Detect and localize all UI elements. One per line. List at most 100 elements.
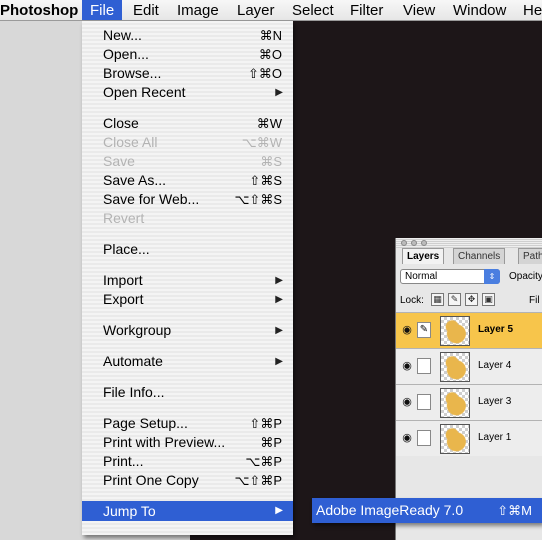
lock-all-icon[interactable]: ▣: [482, 293, 495, 306]
menu-item-workgroup[interactable]: Workgroup ▶: [82, 321, 293, 340]
file-menu: New... ⌘N Open... ⌘O Browse... ⇧⌘O Open Rec…: [82, 21, 293, 535]
layer-thumbnail: [440, 388, 470, 418]
menu-item-export[interactable]: Export ▶: [82, 290, 293, 309]
menu-item-print[interactable]: Print... ⌥⌘P: [82, 452, 293, 471]
menu-item-label: Export: [103, 291, 144, 307]
menu-item-revert: Revert: [82, 209, 293, 228]
opacity-label: Opacity: [509, 271, 542, 282]
minimize-icon[interactable]: [411, 240, 417, 246]
menu-item-label: Print...: [103, 453, 144, 469]
shortcut: ⌘N: [259, 28, 282, 43]
chevron-updown-icon: ⇕: [484, 269, 500, 284]
menu-item-save-as[interactable]: Save As... ⇧⌘S: [82, 171, 293, 190]
tab-layers[interactable]: Layers: [402, 248, 445, 264]
eye-icon[interactable]: ◉: [401, 324, 413, 336]
eye-icon[interactable]: ◉: [401, 360, 413, 372]
layer-name: Layer 1: [478, 432, 512, 443]
menu-item-new[interactable]: New... ⌘N: [82, 26, 293, 45]
link-cell[interactable]: [417, 430, 431, 446]
layer-thumbnail: [440, 316, 470, 346]
submenu-arrow-icon: ▶: [275, 275, 283, 286]
menu-view[interactable]: View: [395, 0, 443, 20]
menu-item-label: Print with Preview...: [103, 434, 226, 450]
submenu-arrow-icon: ▶: [275, 87, 283, 98]
menu-item-browse[interactable]: Browse... ⇧⌘O: [82, 64, 293, 83]
shortcut: ⇧⌘S: [249, 173, 282, 188]
menu-item-open-recent[interactable]: Open Recent ▶: [82, 83, 293, 102]
menu-item-label: Import: [103, 272, 143, 288]
menu-item-page-setup[interactable]: Page Setup... ⇧⌘P: [82, 414, 293, 433]
menu-image[interactable]: Image: [169, 0, 227, 20]
submenu-arrow-icon: ▶: [275, 356, 283, 367]
lock-label: Lock:: [400, 295, 424, 306]
menu-item-label: Print One Copy: [103, 472, 199, 488]
menu-item-file-info[interactable]: File Info...: [82, 383, 293, 402]
menu-item-save-for-web[interactable]: Save for Web... ⌥⇧⌘S: [82, 190, 293, 209]
eye-icon[interactable]: ◉: [401, 396, 413, 408]
menu-item-label: Revert: [103, 210, 145, 226]
blend-mode-select[interactable]: Normal ⇕: [400, 269, 500, 284]
menu-item-place[interactable]: Place...: [82, 240, 293, 259]
lock-brush-icon[interactable]: ✎: [448, 293, 461, 306]
shortcut: ⌥⇧⌘P: [234, 473, 282, 488]
submenu-item-label: Adobe ImageReady 7.0: [316, 502, 464, 518]
submenu-arrow-icon: ▶: [275, 325, 283, 336]
lock-transparency-icon[interactable]: ▦: [431, 293, 444, 306]
menu-item-label: Save As...: [103, 172, 167, 188]
app-menu[interactable]: Photoshop: [0, 0, 86, 20]
shortcut: ⌥⇧⌘S: [234, 192, 282, 207]
menu-item-jump-to[interactable]: Jump To ▶: [82, 501, 293, 521]
menu-item-import[interactable]: Import ▶: [82, 271, 293, 290]
submenu-arrow-icon: ▶: [275, 294, 283, 305]
menu-item-label: Jump To: [103, 503, 156, 519]
menu-item-label: Save for Web...: [103, 191, 200, 207]
link-cell[interactable]: [417, 394, 431, 410]
layer-thumbnail: [440, 424, 470, 454]
shortcut: ⇧⌘P: [249, 416, 282, 431]
layer-name: Layer 5: [478, 324, 514, 335]
tab-paths[interactable]: Path: [518, 248, 542, 264]
layer-row[interactable]: ◉ Layer 4: [396, 348, 542, 384]
shortcut: ⇧⌘O: [247, 66, 282, 81]
menu-item-open[interactable]: Open... ⌘O: [82, 45, 293, 64]
menu-item-close[interactable]: Close ⌘W: [82, 114, 293, 133]
close-icon[interactable]: [401, 240, 407, 246]
shortcut: ⌘O: [258, 47, 282, 62]
menu-item-label: Save: [103, 153, 135, 169]
menu-edit[interactable]: Edit: [125, 0, 167, 20]
lock-move-icon[interactable]: ✥: [465, 293, 478, 306]
menu-item-automate[interactable]: Automate ▶: [82, 352, 293, 371]
shortcut: ⌘W: [256, 116, 282, 131]
menu-item-label: Workgroup: [103, 322, 172, 338]
menu-item-print-one-copy[interactable]: Print One Copy ⌥⇧⌘P: [82, 471, 293, 490]
menu-item-label: New...: [103, 27, 142, 43]
layer-row[interactable]: ◉ ✎ Layer 5: [396, 312, 542, 348]
menu-item-label: Close All: [103, 134, 158, 150]
link-cell[interactable]: [417, 358, 431, 374]
menu-filter[interactable]: Filter: [342, 0, 391, 20]
menu-item-save: Save ⌘S: [82, 152, 293, 171]
menu-file[interactable]: File: [82, 0, 123, 20]
tab-channels[interactable]: Channels: [453, 248, 506, 264]
menu-select[interactable]: Select: [284, 0, 342, 20]
menu-item-label: Close: [103, 115, 139, 131]
brush-icon[interactable]: ✎: [417, 322, 431, 338]
menu-item-label: Place...: [103, 241, 150, 257]
shortcut: ⇧⌘M: [497, 503, 532, 518]
shortcut: ⌘P: [260, 435, 282, 450]
menu-item-print-with-preview[interactable]: Print with Preview... ⌘P: [82, 433, 293, 452]
fill-label: Fil: [529, 295, 540, 306]
menu-item-label: File Info...: [103, 384, 165, 400]
menu-layer[interactable]: Layer: [229, 0, 283, 20]
layer-row[interactable]: ◉ Layer 1: [396, 420, 542, 456]
palette-titlebar[interactable]: [396, 238, 542, 248]
submenu-item-adobe-imageready[interactable]: Adobe ImageReady 7.0 ⇧⌘M: [312, 498, 542, 523]
zoom-icon[interactable]: [421, 240, 427, 246]
menu-bar: Photoshop File Edit Image Layer Select F…: [0, 0, 542, 21]
menu-window[interactable]: Window: [445, 0, 514, 20]
menu-item-label: Open Recent: [103, 84, 186, 100]
layer-row[interactable]: ◉ Layer 3: [396, 384, 542, 420]
eye-icon[interactable]: ◉: [401, 432, 413, 444]
menu-help[interactable]: He: [515, 0, 542, 20]
blend-mode-value: Normal: [405, 271, 438, 282]
